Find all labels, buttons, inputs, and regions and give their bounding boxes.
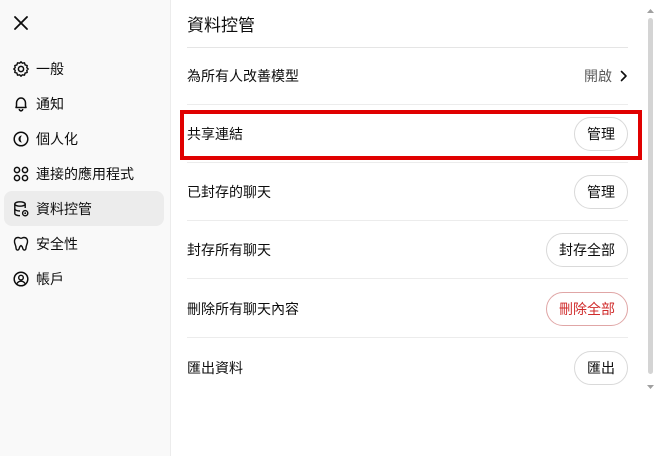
- bell-icon: [12, 95, 30, 113]
- sidebar-item-label: 個人化: [36, 131, 78, 148]
- manage-shared-links-button[interactable]: 管理: [574, 116, 628, 151]
- row-archive-all: 封存所有聊天 封存全部: [187, 221, 628, 279]
- export-data-button[interactable]: 匯出: [574, 351, 628, 385]
- improve-model-setting[interactable]: 開啟: [584, 66, 628, 86]
- sidebar-item-security[interactable]: 安全性: [4, 226, 164, 261]
- row-label: 為所有人改善模型: [187, 68, 299, 85]
- row-export-data: 匯出資料 匯出: [187, 339, 628, 397]
- setting-value: 開啟: [584, 68, 612, 85]
- close-icon: [14, 16, 28, 30]
- close-button[interactable]: [10, 12, 32, 34]
- sidebar-item-label: 連接的應用程式: [36, 166, 134, 183]
- gear-icon: [12, 60, 30, 78]
- scrollbar[interactable]: [645, 8, 654, 448]
- row-label: 封存所有聊天: [187, 242, 271, 259]
- row-delete-all: 刪除所有聊天內容 刪除全部: [187, 280, 628, 338]
- sidebar-item-connected-apps[interactable]: 連接的應用程式: [4, 156, 164, 191]
- page-title: 資料控管: [187, 16, 255, 36]
- row-label: 共享連結: [187, 126, 243, 143]
- row-shared-links: 共享連結 管理: [187, 105, 628, 163]
- sidebar-item-data-controls[interactable]: 資料控管: [4, 191, 164, 226]
- sidebar-item-label: 帳戶: [36, 271, 64, 288]
- sidebar-item-label: 通知: [36, 96, 64, 113]
- settings-nav: 一般 通知 個人化 連接的應用程式 資料控管 安全性 帳戶: [4, 51, 164, 296]
- archive-all-button[interactable]: 封存全部: [546, 232, 628, 267]
- sidebar-item-account[interactable]: 帳戶: [4, 261, 164, 296]
- delete-all-button[interactable]: 刪除全部: [546, 291, 628, 326]
- scroll-down-icon[interactable]: [646, 384, 655, 390]
- sidebar-item-notifications[interactable]: 通知: [4, 86, 164, 121]
- account-icon: [12, 270, 30, 288]
- database-icon: [12, 200, 30, 218]
- sidebar-item-personalization[interactable]: 個人化: [4, 121, 164, 156]
- sidebar-item-label: 資料控管: [36, 201, 92, 218]
- scroll-up-icon[interactable]: [646, 8, 655, 14]
- scroll-thumb[interactable]: [648, 18, 653, 374]
- chevron-right-icon: [620, 70, 627, 81]
- settings-sidebar: 一般 通知 個人化 連接的應用程式 資料控管 安全性 帳戶: [0, 0, 171, 456]
- row-archived-chats: 已封存的聊天 管理: [187, 163, 628, 221]
- sidebar-item-label: 安全性: [36, 236, 78, 253]
- data-controls-panel: 資料控管 為所有人改善模型 開啟 共享連結 管理 已封存的聊天 管理 封存所有聊…: [187, 0, 628, 456]
- apps-icon: [12, 165, 30, 183]
- row-label: 匯出資料: [187, 361, 243, 377]
- personalization-icon: [12, 130, 30, 148]
- sidebar-item-general[interactable]: 一般: [4, 51, 164, 86]
- row-improve-model: 為所有人改善模型 開啟: [187, 47, 628, 105]
- sidebar-item-label: 一般: [36, 61, 64, 78]
- manage-archived-chats-button[interactable]: 管理: [574, 174, 628, 209]
- row-label: 刪除所有聊天內容: [187, 301, 299, 318]
- row-label: 已封存的聊天: [187, 184, 271, 201]
- shield-icon: [12, 235, 30, 253]
